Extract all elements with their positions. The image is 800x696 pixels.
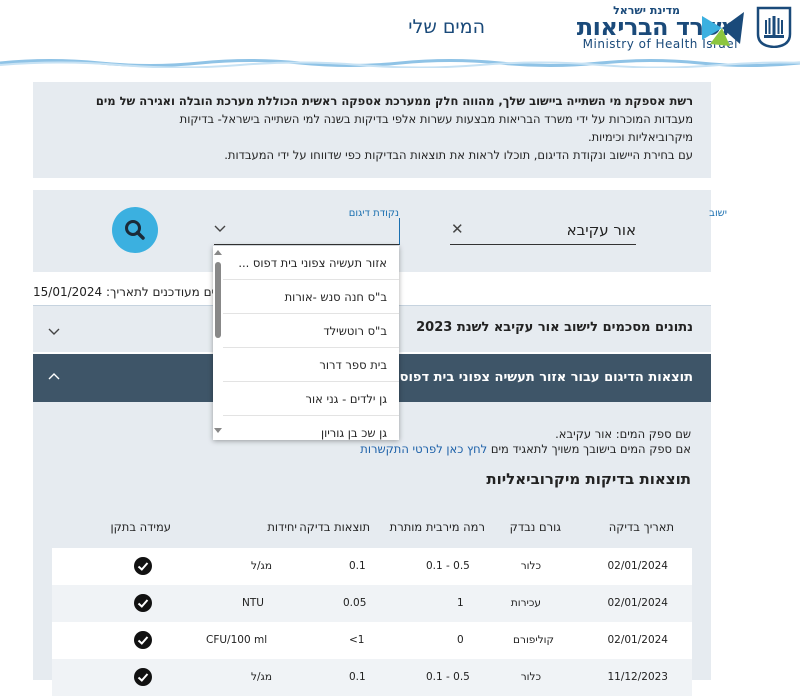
scroll-down-arrow-icon[interactable]: [214, 428, 222, 434]
dropdown-option[interactable]: אזור תעשיה צפוני בית דפוס ...: [223, 246, 399, 280]
header-wave-divider: [0, 59, 800, 68]
col-header-result: תוצאות בדיקה: [299, 520, 370, 534]
sample-point-select[interactable]: [214, 218, 400, 245]
chevron-up-icon[interactable]: [48, 371, 60, 383]
col-header-parameter: גורם נבדק: [509, 520, 561, 534]
clear-icon[interactable]: ✕: [451, 220, 464, 238]
cell-date: 02/01/2024: [607, 634, 668, 646]
intro-line-1: רשת אספקת מי השתייה ביישוב שלך, מהווה חל…: [95, 94, 693, 108]
dropdown-option[interactable]: גן ילדים - גני אור: [223, 382, 399, 416]
micro-results-title: תוצאות בדיקות מיקרוביאליות: [486, 470, 691, 488]
summary-accordion-title: נתונים מסכמים לישוב אור עקיבא לשנת 2023: [416, 320, 693, 335]
cell-parameter: קוליפורם: [513, 634, 554, 646]
col-header-date: תאריך בדיקה: [608, 520, 674, 534]
provider-info: שם ספק המים: אור עקיבא. אם ספק המים בישו…: [360, 427, 691, 457]
table-row: 11/12/2023 כלור 0.1 - 0.5 0.1 מג/ל: [52, 659, 692, 696]
search-icon: [125, 220, 145, 240]
dropdown-scrollbar[interactable]: [213, 246, 223, 440]
col-header-compliance: עמידה בתקן: [110, 520, 171, 534]
contact-link[interactable]: לחץ כאן לפרטי התקשרות: [360, 442, 487, 456]
scrollbar-thumb[interactable]: [215, 262, 221, 338]
state-emblem-icon: [756, 6, 792, 48]
scroll-up-arrow-icon[interactable]: [214, 249, 222, 255]
cell-result: 0.1: [349, 560, 366, 572]
check-circle-icon: [134, 557, 152, 575]
dropdown-option[interactable]: ב"ס חנה סנש -אורות: [223, 280, 399, 314]
cell-result: 0.05: [343, 597, 367, 609]
cell-parameter: כלור: [520, 671, 541, 683]
provider-name: שם ספק המים: אור עקיבא.: [555, 427, 691, 441]
sample-point-dropdown[interactable]: אזור תעשיה צפוני בית דפוס ... ב"ס חנה סנ…: [213, 246, 399, 440]
ministry-logo-icon[interactable]: [700, 8, 746, 48]
cell-result: 0.1: [349, 671, 366, 683]
cell-units: מג/ל: [251, 671, 272, 683]
intro-text: רשת אספקת מי השתייה ביישוב שלך, מהווה חל…: [93, 92, 693, 164]
intro-line-3: מיקרוביאליות וכימיות.: [587, 130, 693, 144]
cell-max-level: 0.1 - 0.5: [426, 671, 470, 683]
city-label: ישוב: [709, 208, 727, 219]
cell-parameter: עכירות: [510, 597, 541, 609]
dropdown-option[interactable]: גן שכ בן גוריון: [223, 416, 399, 440]
cell-date: 02/01/2024: [607, 560, 668, 572]
cell-max-level: 1: [457, 597, 464, 609]
provider-line-2-prefix: אם ספק המים בישובך משויך לתאגיד מים: [490, 442, 691, 456]
cell-date: 11/12/2023: [607, 671, 668, 683]
cell-date: 02/01/2024: [607, 597, 668, 609]
cell-units: NTU: [242, 597, 264, 609]
cell-parameter: כלור: [520, 560, 541, 572]
col-header-max-level: רמה מירבית מותרת: [389, 520, 485, 534]
intro-line-2: מעבדות המוכרות על ידי משרד הבריאות מבצעו…: [179, 112, 693, 126]
search-button[interactable]: [112, 207, 158, 253]
chevron-down-icon[interactable]: [214, 222, 226, 234]
page-title: המים שלי: [408, 16, 485, 38]
check-circle-icon: [134, 668, 152, 686]
cell-max-level: 0: [457, 634, 464, 646]
check-circle-icon: [134, 631, 152, 649]
table-row: 02/01/2024 כלור 0.1 - 0.5 0.1 מג/ל: [52, 548, 692, 585]
cell-result: <1: [349, 634, 365, 646]
intro-panel: רשת אספקת מי השתייה ביישוב שלך, מהווה חל…: [33, 82, 711, 178]
col-header-units: יחידות: [267, 520, 297, 534]
cell-units: מג/ל: [251, 560, 272, 572]
results-accordion-title: תוצאות הדיגום עבור אזור תעשיה צפוני בית …: [386, 370, 693, 385]
intro-line-4: עם בחירת היישוב ונקודת הדיגום, תוכלו לרא…: [224, 148, 693, 162]
dropdown-option[interactable]: בית ספר דרור: [223, 348, 399, 382]
city-input-value[interactable]: אור עקיבא: [567, 221, 636, 239]
table-row: 02/01/2024 עכירות 1 0.05 NTU: [52, 585, 692, 622]
dropdown-option[interactable]: ב"ס רוטשילד: [223, 314, 399, 348]
chevron-down-icon[interactable]: [48, 325, 60, 337]
cell-units: CFU/100 ml: [206, 634, 268, 646]
cell-max-level: 0.1 - 0.5: [426, 560, 470, 572]
table-row: 02/01/2024 קוליפורם 0 <1 CFU/100 ml: [52, 622, 692, 659]
provider-line-2: אם ספק המים בישובך משויך לתאגיד מים לחץ …: [360, 442, 691, 457]
check-circle-icon: [134, 594, 152, 612]
updated-date-text: הנתונים מעודכנים לתאריך: 15/01/2024: [33, 285, 243, 299]
